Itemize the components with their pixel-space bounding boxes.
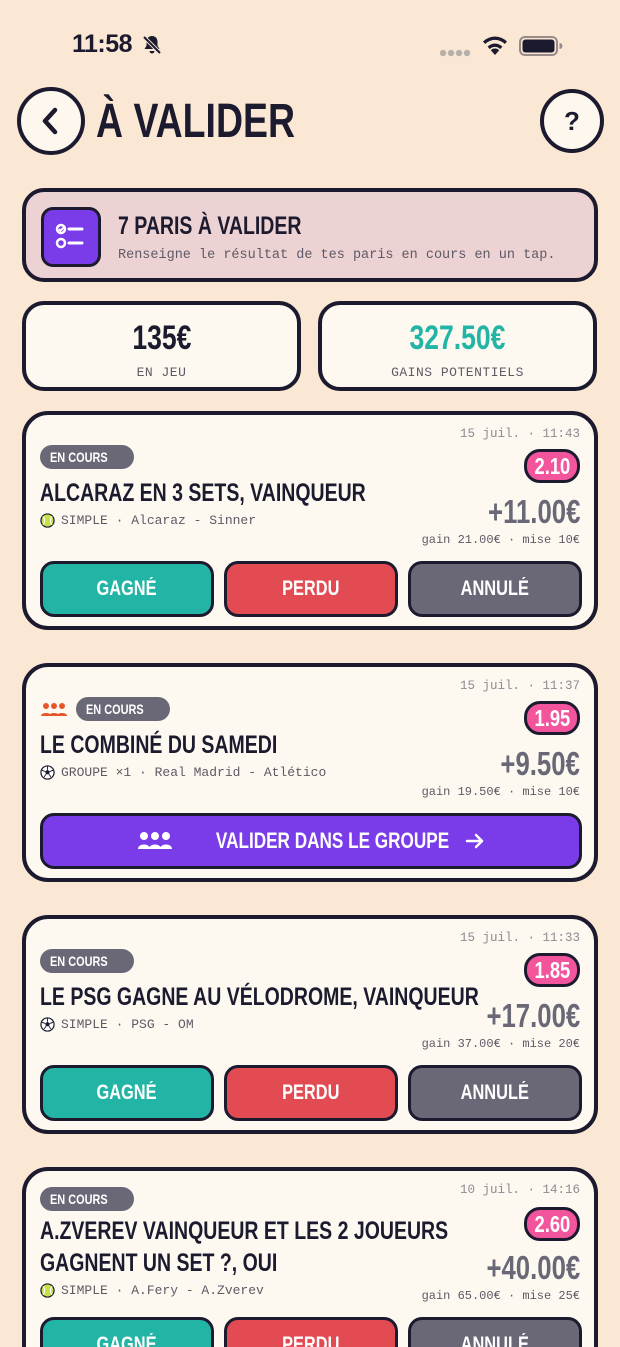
profit-amount: +17.00€ xyxy=(486,997,580,1034)
banner-title: 7 PARIS À VALIDER xyxy=(118,212,302,240)
void-button[interactable]: ANNULÉ xyxy=(408,1065,582,1121)
checklist-icon xyxy=(41,207,101,267)
chevron-left-icon xyxy=(42,107,58,135)
gain-stake-line: gain 21.00€ · mise 10€ xyxy=(421,533,580,547)
bet-date: 15 juil. · 11:37 xyxy=(459,679,580,693)
soccer-ball-icon xyxy=(40,765,55,780)
page-title: À VALIDER xyxy=(96,95,295,148)
arrow-right-icon xyxy=(465,833,483,849)
help-button[interactable]: ? xyxy=(540,89,604,153)
status-badge: EN COURS xyxy=(76,697,170,721)
stake-stat-card: 135€ EN JEU xyxy=(22,301,301,391)
bet-date: 15 juil. · 11:43 xyxy=(459,427,580,441)
odds-badge: 2.10 xyxy=(524,449,580,483)
bet-card: 10 juil. · 14:16 EN COURS 2.60 A.ZVEREV … xyxy=(22,1167,598,1347)
won-button[interactable]: GAGNÉ xyxy=(40,561,214,617)
status-time: 11:58 xyxy=(72,30,133,58)
lost-button[interactable]: PERDU xyxy=(224,1317,398,1347)
question-mark-icon: ? xyxy=(564,105,580,136)
bet-meta: GROUPE ×1 · Real Madrid - Atlético xyxy=(40,765,326,780)
wifi-icon xyxy=(483,36,507,55)
bet-meta: SIMPLE · Alcaraz - Sinner xyxy=(40,513,256,528)
bet-title: LE COMBINÉ DU SAMEDI xyxy=(40,731,278,759)
group-icon xyxy=(138,832,173,849)
void-button[interactable]: ANNULÉ xyxy=(408,561,582,617)
lost-button[interactable]: PERDU xyxy=(224,1065,398,1121)
bet-card: 15 juil. · 11:37 EN COURS 1.95 LE COMBIN… xyxy=(22,663,598,882)
bet-title-line-1: A.ZVEREV VAINQUEUR ET LES 2 JOUEURS xyxy=(40,1217,449,1245)
void-button[interactable]: ANNULÉ xyxy=(408,1317,582,1347)
won-button[interactable]: GAGNÉ xyxy=(40,1065,214,1121)
status-badge: EN COURS xyxy=(40,1187,134,1211)
potential-gains-stat-card: 327.50€ GAINS POTENTIELS xyxy=(318,301,597,391)
lost-button[interactable]: PERDU xyxy=(224,561,398,617)
bet-card: 15 juil. · 11:33 EN COURS 1.85 LE PSG GA… xyxy=(22,915,598,1134)
gain-stake-line: gain 19.50€ · mise 10€ xyxy=(421,785,580,799)
odds-badge: 1.95 xyxy=(524,701,580,735)
profit-amount: +9.50€ xyxy=(500,745,580,782)
bet-date: 10 juil. · 14:16 xyxy=(459,1183,580,1197)
bell-muted-icon xyxy=(142,35,162,55)
back-button[interactable] xyxy=(17,87,85,155)
cellular-signal-icon xyxy=(439,49,471,57)
potential-gains-label: GAINS POTENTIELS xyxy=(391,365,524,380)
pending-bets-banner: 7 PARIS À VALIDER Renseigne le résultat … xyxy=(22,188,598,282)
tennis-ball-icon xyxy=(40,1283,55,1298)
potential-gains-value: 327.50€ xyxy=(409,319,506,357)
gain-stake-line: gain 37.00€ · mise 20€ xyxy=(421,1037,580,1051)
battery-icon xyxy=(519,36,563,56)
gain-stake-line: gain 65.00€ · mise 25€ xyxy=(421,1289,580,1303)
group-icon xyxy=(41,703,67,716)
bet-title-line-2: GAGNENT UN SET ?, OUI xyxy=(40,1249,278,1277)
tennis-ball-icon xyxy=(40,513,55,528)
status-badge: EN COURS xyxy=(40,445,134,469)
won-button[interactable]: GAGNÉ xyxy=(40,1317,214,1347)
validate-in-group-button[interactable]: VALIDER DANS LE GROUPE xyxy=(40,813,582,869)
profit-amount: +11.00€ xyxy=(487,493,580,530)
bet-title: ALCARAZ EN 3 SETS, VAINQUEUR xyxy=(40,479,366,507)
stake-label: EN JEU xyxy=(136,365,187,380)
status-badge: EN COURS xyxy=(40,949,134,973)
stake-value: 135€ xyxy=(131,319,191,357)
bet-meta: SIMPLE · PSG - OM xyxy=(40,1017,194,1032)
profit-amount: +40.00€ xyxy=(486,1249,580,1286)
status-bar: 11:58 xyxy=(0,0,620,90)
soccer-ball-icon xyxy=(40,1017,55,1032)
bet-card: 15 juil. · 11:43 EN COURS 2.10 ALCARAZ E… xyxy=(22,411,598,630)
banner-subtitle: Renseigne le résultat de tes paris en co… xyxy=(118,248,556,263)
bet-meta: SIMPLE · A.Fery - A.Zverev xyxy=(40,1283,264,1298)
bet-date: 15 juil. · 11:33 xyxy=(459,931,580,945)
